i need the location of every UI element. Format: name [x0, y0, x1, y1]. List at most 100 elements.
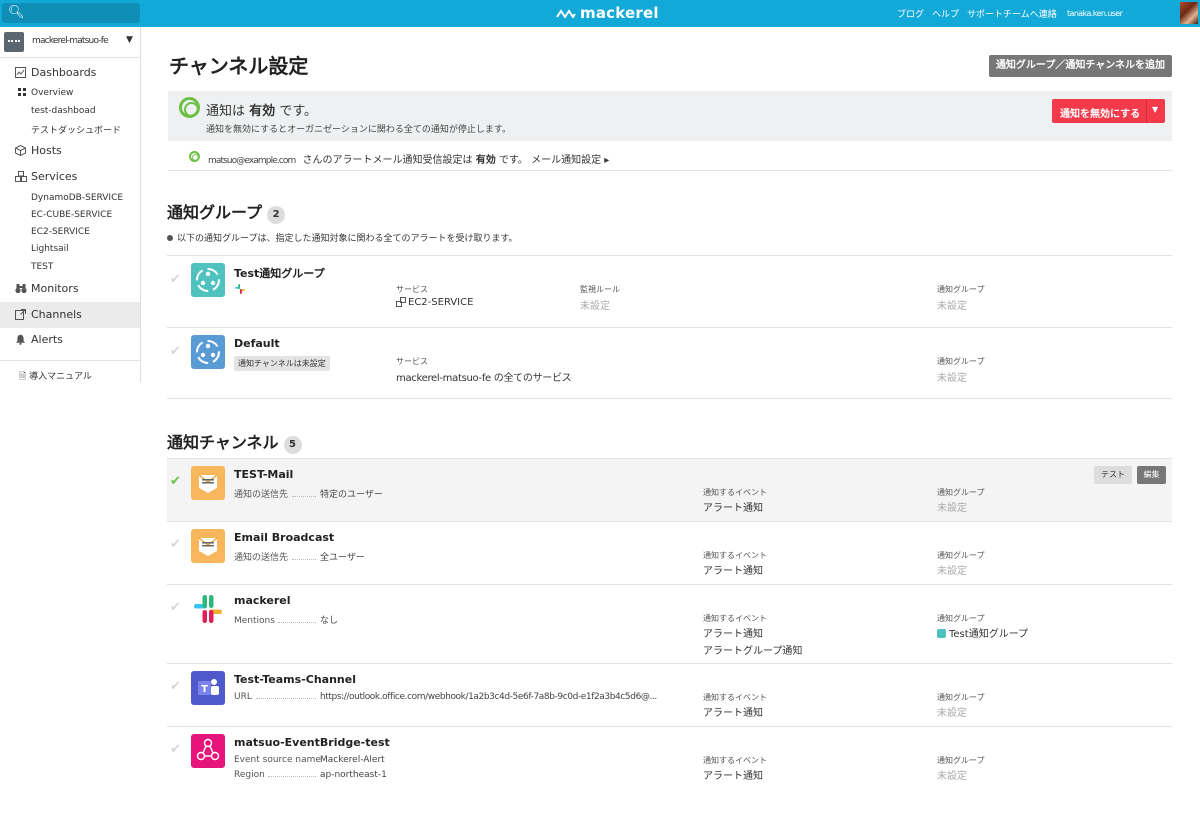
detail-key-text: Mentions	[234, 616, 275, 626]
status-prefix: 通知は	[206, 104, 246, 119]
status-description: 通知を無効にするとオーガニゼーションに関わる全ての通知が停止します。	[206, 125, 512, 135]
user-name[interactable]: tanaka.ken.user	[1067, 9, 1177, 18]
check-icon: ✔	[170, 537, 181, 552]
channel-row[interactable]: ✔ mackerel Mentions なし 通知するイベント アラート通知 アラ…	[167, 584, 1172, 663]
channel-row[interactable]: ✔ Email Broadcast 通知の送信先 全ユーザー 通知するイベント ア…	[167, 521, 1172, 584]
sidebar-item-monitors[interactable]: Monitors	[0, 277, 140, 301]
channel-name[interactable]: Email Broadcast	[234, 531, 334, 544]
top-bar: 🔍︎ mackerel ブログ ヘルプ サポートチームへ連絡 tanaka.ke…	[0, 0, 1200, 27]
detail-key-text: 通知の送信先	[234, 490, 289, 500]
help-link[interactable]: ヘルプ	[932, 7, 959, 20]
check-icon: ✔	[170, 474, 181, 489]
enabled-status-icon	[179, 97, 200, 118]
search-input[interactable]: 🔍︎	[2, 3, 140, 23]
check-icon: ✔	[170, 742, 181, 757]
event-label: 通知するイベント	[703, 756, 767, 765]
groups-description-text: 以下の通知グループは、指定した通知対象に関わる全てのアラートを受け取ります。	[177, 234, 518, 244]
sidebar-item-label: Hosts	[31, 144, 62, 157]
channel-row[interactable]: ✔ matsuo-EventBridge-test Event source n…	[167, 726, 1172, 790]
channel-row[interactable]: ✔ TEST-Mail 通知の送信先 特定のユーザー 通知するイベント アラート通…	[167, 458, 1172, 521]
event-value: アラートグループ通知	[703, 646, 803, 657]
group-row[interactable]: ✔ Default 通知チャンネルは未設定 サービス mackerel-mats…	[167, 327, 1172, 399]
add-group-channel-button[interactable]: 通知グループ／通知チャンネルを追加	[989, 55, 1172, 77]
sidebar-subitem-ec-cube-service[interactable]: EC-CUBE-SERVICE	[31, 210, 112, 220]
channel-detail: URL https://outlook.office.com/webhook/1a…	[234, 692, 699, 702]
support-link[interactable]: サポートチームへ連絡	[967, 7, 1057, 20]
check-icon: ✔	[170, 600, 181, 615]
leader-dots	[256, 698, 316, 699]
mail-address: matsuo@example.com	[208, 156, 296, 166]
sidebar-item-dashboards[interactable]: Dashboards	[0, 61, 140, 85]
sidebar-subitem-overview[interactable]: Overview	[18, 88, 73, 98]
group-value-text: Test通知グループ	[949, 629, 1029, 640]
channel-detail: 通知の送信先 全ユーザー	[234, 550, 365, 563]
sidebar-subitem-dynamodb-service[interactable]: DynamoDB-SERVICE	[31, 193, 123, 203]
sidebar-manual-link[interactable]: 🗎︎ 導入マニュアル	[19, 369, 92, 385]
sidebar-subitem-test-dashboard-jp[interactable]: テストダッシュボード	[31, 123, 121, 136]
sidebar-subitem-lightsail[interactable]: Lightsail	[31, 244, 69, 254]
event-label: 通知するイベント	[703, 693, 767, 702]
bullet-icon	[167, 235, 173, 241]
channel-name[interactable]: Test-Teams-Channel	[234, 673, 356, 686]
groups-title: 通知グループ	[167, 203, 263, 222]
notification-status-panel: 通知は 有効 です。 通知を無効にするとオーガニゼーションに関わる全ての通知が停…	[168, 91, 1172, 141]
sidebar-subitem-test-dashboad[interactable]: test-dashboad	[31, 106, 96, 116]
mail-icon	[191, 466, 225, 500]
sidebar-subitem-ec2-service[interactable]: EC2-SERVICE	[31, 227, 90, 237]
manual-label: 導入マニュアル	[29, 372, 92, 382]
channel-row[interactable]: ✔ T Test-Teams-Channel URL https://outloo…	[167, 663, 1172, 726]
detail-key: Event source name	[234, 755, 321, 765]
org-switcher[interactable]: mackerel-matsuo-fe ▼	[4, 32, 138, 52]
sidebar-item-alerts[interactable]: Alerts	[0, 328, 140, 352]
channel-detail: Mentions なし	[234, 613, 338, 626]
group-name[interactable]: Test通知グループ	[234, 265, 325, 281]
group-value: 未設定	[937, 566, 967, 577]
detail-value: ap-northeast-1	[320, 770, 387, 780]
caret-down-icon[interactable]: ▼	[1152, 105, 1158, 114]
group-value[interactable]: Test通知グループ	[937, 625, 1028, 640]
sidebar-item-label: Dashboards	[31, 66, 97, 79]
check-icon: ✔	[170, 272, 181, 287]
group-label: 通知グループ	[937, 756, 985, 765]
detail-key-text: Event source name	[234, 755, 321, 765]
sidebar-item-services[interactable]: Services	[0, 165, 140, 189]
sidebar-item-hosts[interactable]: Hosts	[0, 139, 140, 163]
edit-button[interactable]: 編集	[1137, 466, 1166, 484]
avatar[interactable]	[1180, 2, 1198, 24]
sidebar-item-label: Monitors	[31, 282, 79, 295]
monitor-value: 未設定	[580, 301, 610, 312]
org-icon	[4, 32, 24, 52]
sidebar-subitem-test[interactable]: TEST	[31, 262, 53, 272]
mackerel-logo[interactable]: mackerel	[556, 4, 659, 22]
event-label: 通知するイベント	[703, 614, 767, 623]
channel-name[interactable]: TEST-Mail	[234, 468, 293, 481]
mail-enabled-icon	[189, 151, 200, 162]
divider	[1146, 99, 1147, 123]
group-label: 通知グループ	[937, 357, 985, 366]
blog-link[interactable]: ブログ	[897, 7, 924, 20]
group-name[interactable]: Default	[234, 337, 280, 350]
mackerel-wave-icon	[556, 8, 576, 19]
mail-settings-link[interactable]: メール通知設定 ▸	[531, 155, 609, 166]
detail-value: Mackerel-Alert	[320, 755, 385, 765]
channel-name[interactable]: matsuo-EventBridge-test	[234, 736, 390, 749]
channel-name[interactable]: mackerel	[234, 594, 291, 607]
group-row[interactable]: ✔ Test通知グループ サービス EC2-SERVICE 監視ルール 未設定 …	[167, 255, 1172, 327]
detail-key: 通知の送信先	[234, 550, 320, 563]
event-label: 通知するイベント	[703, 551, 767, 560]
status-suffix: です。	[279, 104, 318, 119]
detail-value: 全ユーザー	[320, 553, 365, 563]
leader-dots	[268, 776, 316, 777]
disable-notifications-button[interactable]: 通知を無効にする ▼	[1052, 99, 1165, 123]
detail-key-text: Region	[234, 770, 265, 780]
event-value: アラート通知	[703, 503, 763, 514]
group-value: 未設定	[937, 373, 967, 384]
test-button[interactable]: テスト	[1094, 466, 1132, 484]
mail-text: さんのアラートメール通知受信設定は	[302, 155, 473, 166]
service-value: mackerel-matsuo-fe の全てのサービス	[396, 373, 572, 384]
dashboard-icon	[15, 67, 26, 78]
group-icon	[191, 263, 225, 297]
page-title: チャンネル設定	[169, 54, 309, 78]
sidebar-item-channels[interactable]: Channels	[0, 302, 140, 328]
caret-down-icon: ▼	[126, 35, 133, 45]
